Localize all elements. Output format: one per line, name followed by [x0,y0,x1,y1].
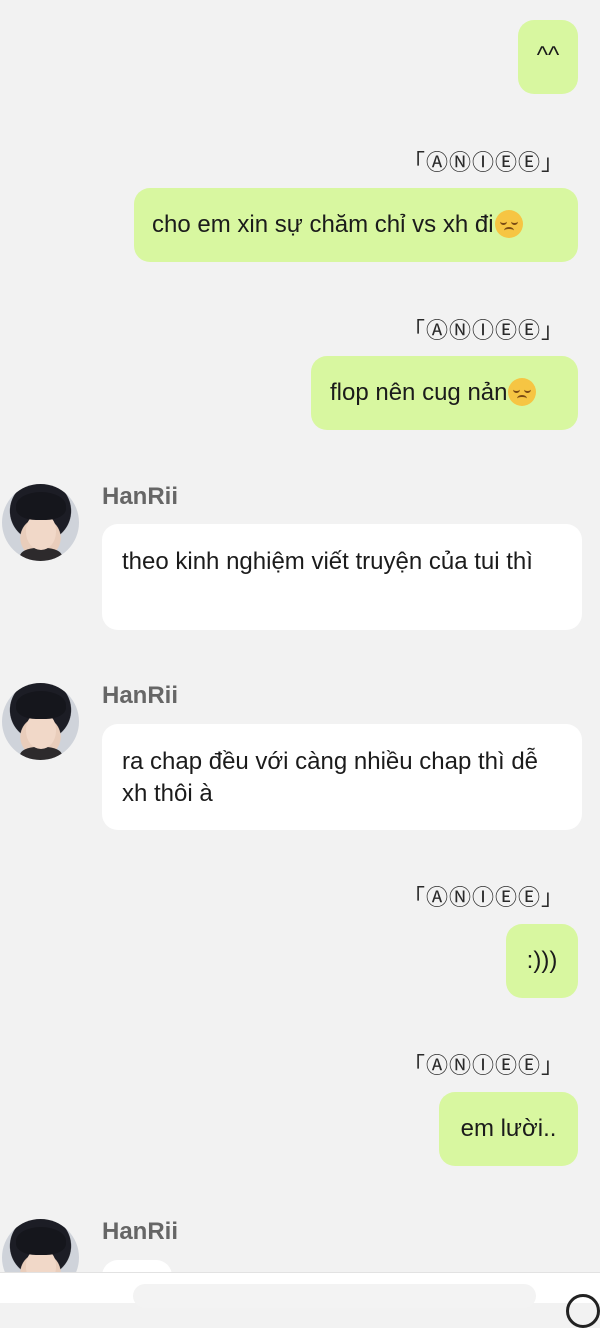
sender-name: 「ⒶⓃⒾⒺⒺ」 [402,1054,564,1079]
disappointed-face-icon [508,378,537,406]
avatar[interactable] [2,484,79,561]
incoming-message-bubble[interactable]: ra chap đều với càng nhiều chap thì dễ x… [102,724,582,830]
outgoing-message-bubble[interactable]: cho em xin sự chăm chỉ vs xh đi [134,188,578,262]
chat-thread[interactable]: ^^ 「ⒶⓃⒾⒺⒺ」 cho em xin sự chăm chỉ vs xh … [0,0,600,1302]
sender-name: 「ⒶⓃⒾⒺⒺ」 [402,151,564,176]
incoming-message-bubble[interactable]: theo kinh nghiệm viết truyện của tui thì [102,524,582,630]
sender-name: HanRii [102,682,179,709]
outgoing-message-bubble[interactable]: em lười.. [439,1092,578,1166]
sender-name: 「ⒶⓃⒾⒺⒺ」 [402,319,564,344]
sender-name: HanRii [102,1218,179,1245]
message-text: :))) [526,947,558,974]
outgoing-message-bubble[interactable]: ^^ [518,20,578,94]
outgoing-message-bubble[interactable]: flop nên cug nản [311,356,578,430]
sender-name: HanRii [102,483,179,510]
message-input[interactable] [133,1284,536,1308]
message-text: ra chap đều với càng nhiều chap thì dễ x… [122,748,539,807]
avatar[interactable] [2,683,79,760]
message-text: theo kinh nghiệm viết truyện của tui thì [122,548,533,575]
outgoing-message-bubble[interactable]: :))) [506,924,578,998]
sender-name: 「ⒶⓃⒾⒺⒺ」 [402,886,564,911]
message-text: flop nên cug nản [330,379,508,406]
disappointed-face-icon [494,210,523,238]
message-text: em lười.. [460,1115,557,1142]
circle-button-icon[interactable] [566,1294,600,1328]
message-text: ^^ [536,42,560,69]
message-text: cho em xin sự chăm chỉ vs xh đi [152,211,494,238]
